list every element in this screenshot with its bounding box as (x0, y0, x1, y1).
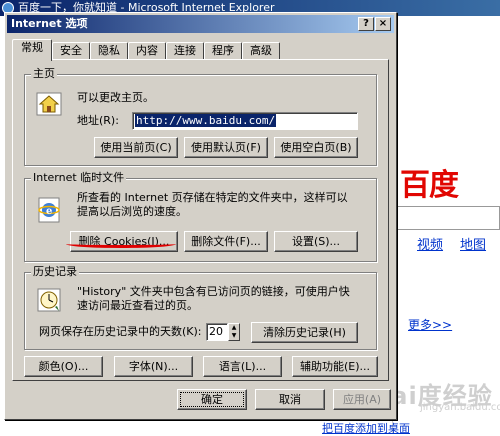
close-icon[interactable]: × (375, 17, 391, 31)
delete-files-button[interactable]: 删除文件(F)... (184, 231, 268, 252)
internet-options-dialog: Internet 选项 ? × 常规 安全 隐私 内容 连接 程序 高级 主页 … (4, 12, 397, 420)
search-input[interactable] (392, 206, 500, 230)
ie-document-icon: e (38, 197, 60, 223)
homepage-address-value: http://www.baidu.com/ (135, 114, 277, 127)
tab-privacy[interactable]: 隐私 (90, 42, 128, 60)
temp-files-desc-1: 所查看的 Internet 页存储在特定的文件夹中，这样可以 (77, 191, 348, 204)
history-group: 历史记录 "History" 文件夹中包含有已访问页的链接，可使用户快 速访问最… (24, 266, 377, 350)
colors-button[interactable]: 颜色(O)... (24, 356, 103, 377)
annotation-underline (66, 240, 176, 248)
baidu-logo: 百度 (400, 168, 459, 203)
tab-programs[interactable]: 程序 (204, 42, 242, 60)
homepage-address-input[interactable]: http://www.baidu.com/ (132, 112, 358, 130)
use-default-button[interactable]: 使用默认页(F) (184, 137, 268, 158)
dialog-titlebar[interactable]: Internet 选项 ? × (7, 15, 394, 33)
more-link[interactable]: 更多>> (408, 316, 452, 333)
tab-general[interactable]: 常规 (12, 39, 52, 61)
fonts-button[interactable]: 字体(N)... (114, 356, 193, 377)
languages-button[interactable]: 语言(L)... (203, 356, 282, 377)
history-legend: 历史记录 (31, 265, 79, 278)
clear-history-button[interactable]: 清除历史记录(H) (251, 322, 358, 343)
homepage-group: 主页 可以更改主页。 地址(R): http://www.baidu.com/ … (24, 68, 377, 166)
tab-connections[interactable]: 连接 (166, 42, 204, 60)
history-days-label: 网页保存在历史记录中的天数(K): (39, 325, 202, 338)
temp-files-desc-2: 提高以后浏览的速度。 (77, 205, 187, 218)
stepper-down-icon[interactable]: ▼ (229, 332, 239, 340)
house-icon (36, 92, 62, 116)
accessibility-button[interactable]: 辅助功能(E)... (292, 356, 378, 377)
temp-files-group: Internet 临时文件 e 所查看的 Internet 页存储在特定的文件夹… (24, 172, 377, 262)
history-desc-1: "History" 文件夹中包含有已访问页的链接，可使用户快 (77, 285, 350, 298)
history-days-input[interactable]: 20 (206, 323, 228, 341)
watermark-sub: jingyan.baidu.com (420, 402, 500, 413)
help-icon[interactable]: ? (358, 17, 374, 31)
svg-text:e: e (46, 206, 52, 217)
homepage-legend: 主页 (31, 67, 57, 80)
settings-button[interactable]: 设置(S)... (274, 231, 358, 252)
dialog-title: Internet 选项 (11, 17, 88, 30)
history-days-stepper[interactable]: ▲ ▼ (228, 323, 240, 341)
nav-video[interactable]: 视频 (417, 234, 443, 253)
tab-content[interactable]: 内容 (128, 42, 166, 60)
history-clock-icon (37, 288, 61, 312)
ok-button[interactable]: 确定 (177, 389, 247, 410)
nav-map[interactable]: 地图 (460, 234, 486, 253)
address-label: 地址(R): (77, 114, 119, 127)
homepage-desc: 可以更改主页。 (77, 91, 154, 104)
stepper-up-icon[interactable]: ▲ (229, 324, 239, 332)
temp-files-legend: Internet 临时文件 (31, 171, 127, 184)
apply-button[interactable]: 应用(A) (333, 389, 391, 410)
use-blank-button[interactable]: 使用空白页(B) (274, 137, 358, 158)
cancel-button[interactable]: 取消 (255, 389, 325, 410)
tab-security[interactable]: 安全 (52, 42, 90, 60)
general-panel: 主页 可以更改主页。 地址(R): http://www.baidu.com/ … (12, 59, 389, 381)
history-desc-2: 速访问最近查看过的页。 (77, 299, 198, 312)
use-current-button[interactable]: 使用当前页(C) (94, 137, 178, 158)
tab-advanced[interactable]: 高级 (242, 42, 280, 60)
